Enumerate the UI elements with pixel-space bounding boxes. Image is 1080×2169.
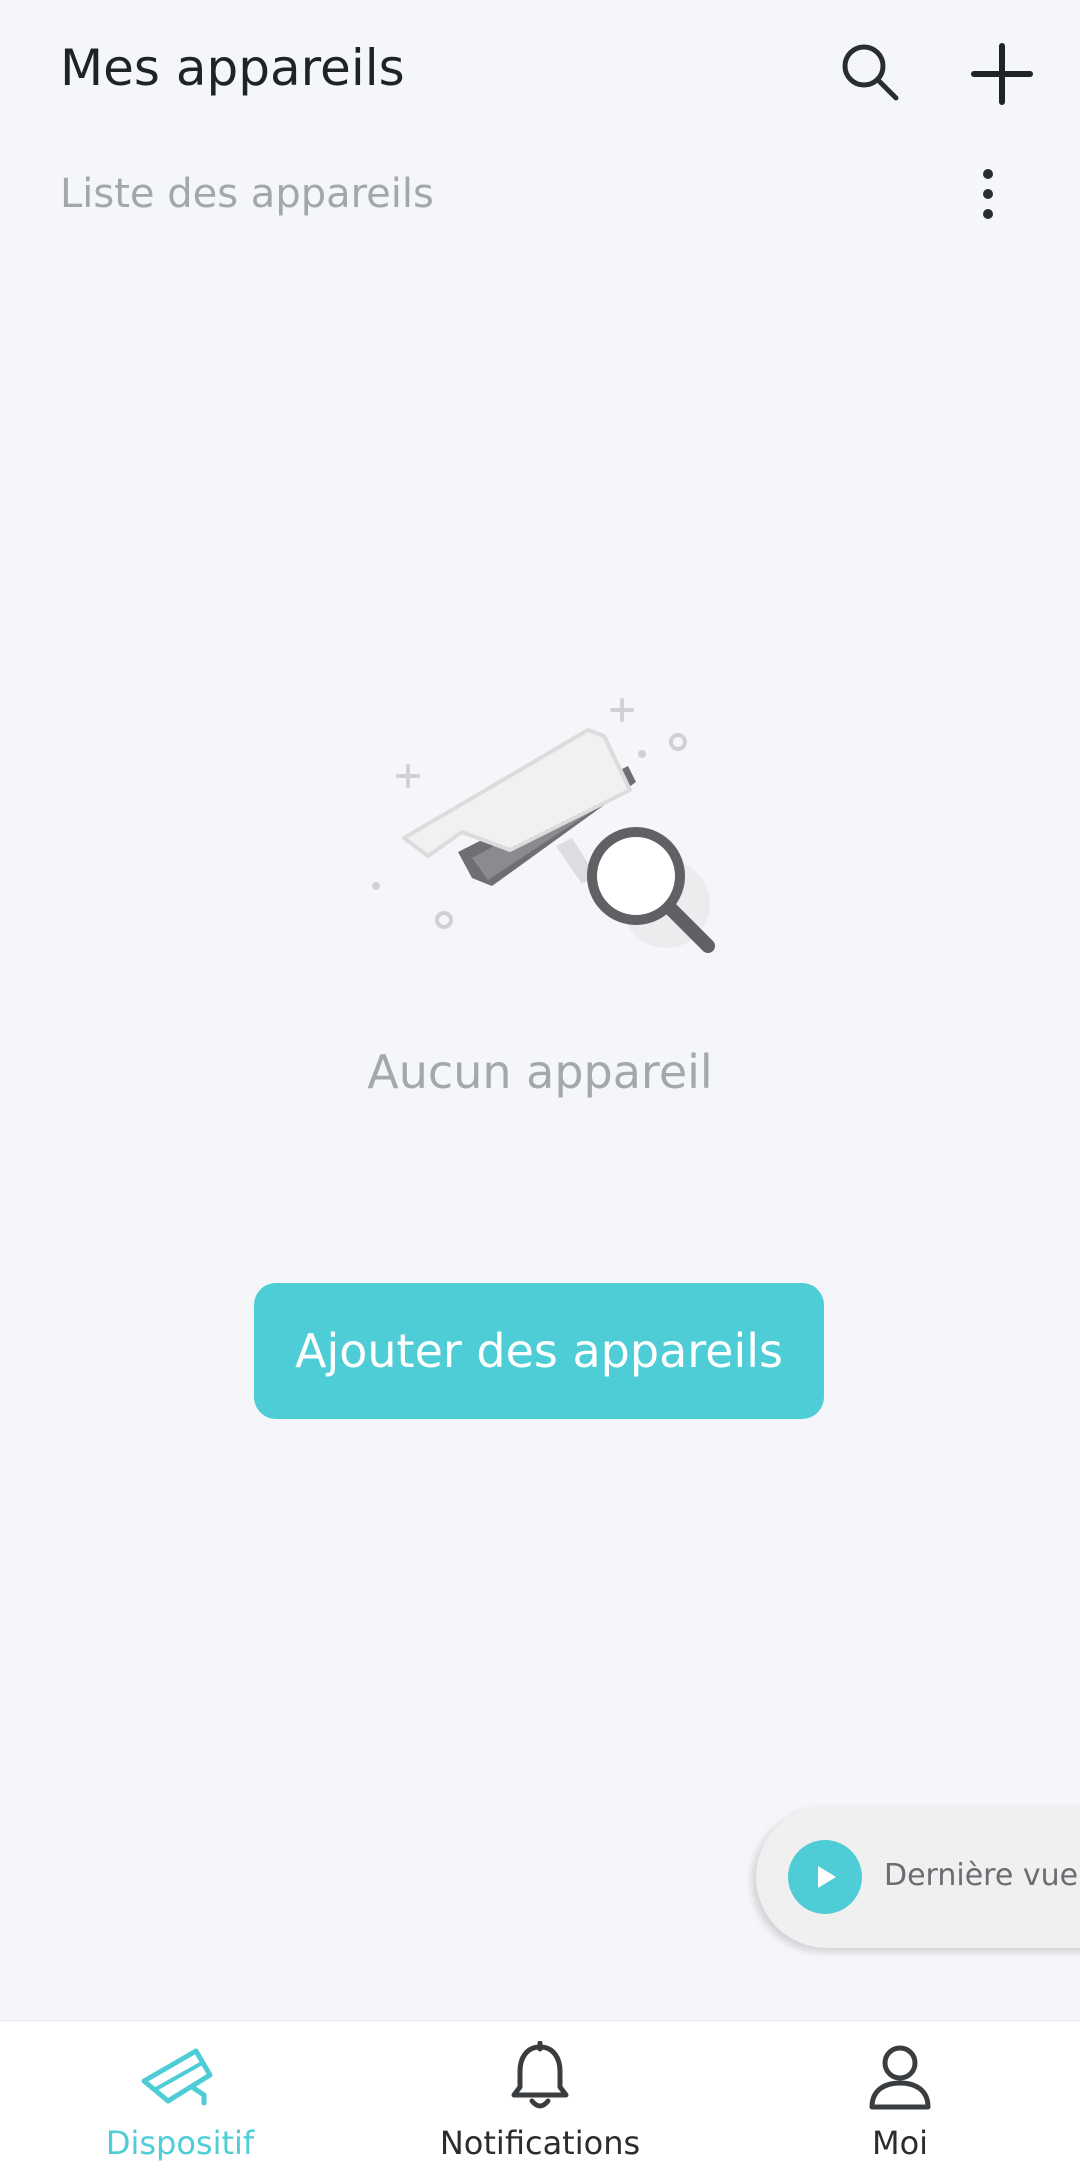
empty-state-text: Aucun appareil [367, 1045, 713, 1099]
search-icon [842, 44, 899, 101]
camera-icon [140, 2037, 220, 2117]
plus-icon [971, 43, 1033, 105]
more-options-button[interactable] [958, 156, 1018, 232]
user-icon [860, 2037, 940, 2117]
last-view-label: Dernière vue [884, 1858, 1079, 1893]
search-button[interactable] [830, 32, 910, 112]
bell-icon [500, 2037, 580, 2117]
nav-item-dispositif[interactable]: Dispositif [30, 2021, 330, 2169]
more-vertical-icon [983, 169, 993, 219]
nav-label-dispositif: Dispositif [105, 2124, 255, 2162]
app-header: Mes appareils [0, 0, 1080, 150]
add-devices-button[interactable]: Ajouter des appareils [254, 1283, 824, 1419]
nav-item-notifications[interactable]: Notifications [390, 2021, 690, 2169]
nav-item-moi[interactable]: Moi [750, 2021, 1050, 2169]
device-list-subheader: Liste des appareils [0, 150, 1080, 240]
add-device-icon-button[interactable] [960, 32, 1044, 116]
page-title: Mes appareils [60, 39, 405, 97]
add-devices-button-label: Ajouter des appareils [294, 1324, 783, 1378]
play-icon [788, 1840, 862, 1914]
camera-search-illustration [360, 690, 720, 970]
nav-label-moi: Moi [871, 2124, 929, 2162]
device-list-label: Liste des appareils [60, 171, 434, 217]
nav-label-notifications: Notifications [439, 2124, 641, 2162]
bottom-nav: Dispositif Notifications Moi [0, 2020, 1080, 2169]
last-view-button[interactable]: Dernière vue [756, 1806, 1080, 1948]
